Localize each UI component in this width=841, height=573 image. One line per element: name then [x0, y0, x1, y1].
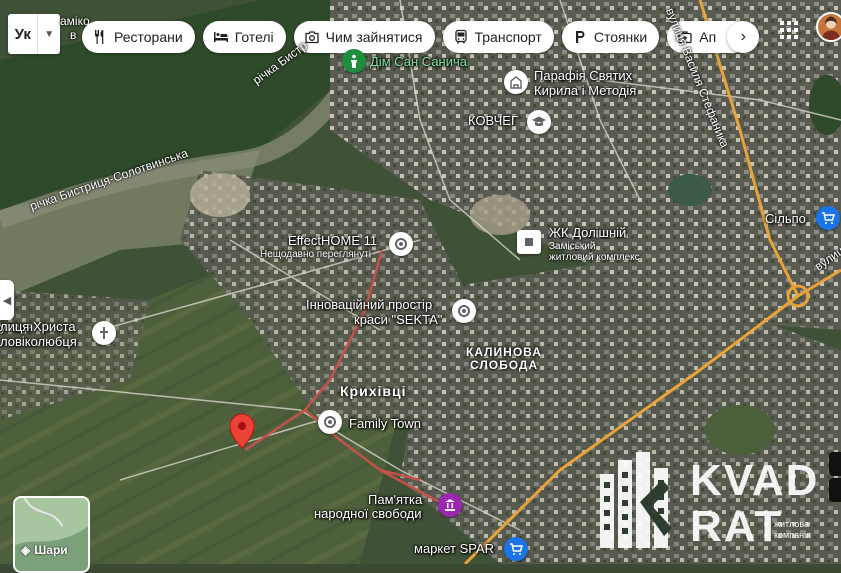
chip-parking[interactable]: Стоянки — [561, 21, 660, 53]
cross-icon — [100, 327, 108, 339]
layers-button[interactable]: ◈ Шари — [13, 496, 90, 573]
landmark-icon — [445, 499, 455, 511]
poi-pin-spar[interactable] — [504, 537, 528, 561]
recently-viewed-icon — [324, 416, 336, 428]
bed-icon — [213, 29, 229, 45]
person-icon — [351, 54, 357, 68]
language-selector[interactable]: Ук ▼ — [8, 14, 60, 54]
account-avatar[interactable] — [816, 12, 841, 42]
watermark-small-2: компанія — [774, 530, 811, 540]
graduation-cap-icon — [532, 116, 546, 127]
poi-label-parafiya-2[interactable]: Кирила і Методія — [534, 83, 636, 98]
chip-transport[interactable]: Транспорт — [442, 21, 554, 53]
layers-label: Шари — [34, 543, 68, 557]
poi-pin-monument[interactable] — [438, 493, 462, 517]
poi-pin-zhk[interactable] — [517, 230, 541, 254]
poi-label-spar[interactable]: маркет SPAR — [414, 541, 494, 556]
chevron-right-icon: › — [740, 28, 746, 45]
district-label-1: КАЛИНОВА — [466, 345, 542, 359]
recently-viewed-icon — [458, 305, 470, 317]
train-icon — [453, 29, 469, 45]
shopping-cart-icon — [822, 212, 836, 224]
chips-scroll-right-button[interactable]: › — [727, 21, 760, 53]
poi-label-silpo[interactable]: Сільпо — [765, 211, 806, 226]
poi-pin-church-2[interactable] — [92, 321, 116, 345]
poi-label-zhk[interactable]: ЖК Долішній — [549, 225, 626, 240]
chip-label: Ресторани — [114, 29, 183, 45]
parking-icon — [572, 29, 588, 45]
poi-label-top-left-2: в — [70, 28, 77, 42]
camera-icon — [304, 29, 320, 45]
chip-label: Чим зайнятися — [325, 29, 423, 45]
recently-viewed-icon — [395, 238, 407, 250]
shopping-cart-icon — [510, 543, 524, 555]
chevron-left-icon: ◀ — [2, 294, 12, 307]
place-of-worship-icon — [510, 76, 522, 89]
chip-label: Стоянки — [593, 29, 648, 45]
poi-label-kovcheg[interactable]: КОВЧЕГ — [468, 113, 518, 128]
chip-label: Ап — [699, 29, 717, 45]
poi-pin-sekta[interactable] — [452, 299, 476, 323]
watermark-line-2: RAT — [690, 502, 784, 551]
poi-sublabel-zhk-2: житловий комплекс — [549, 252, 640, 263]
poi-label-innov-1[interactable]: Інноваційний простір — [306, 297, 432, 312]
poi-label-church-2[interactable]: ловіколюбця — [0, 334, 77, 349]
poi-label-effecthome[interactable]: EffectHOME 11 — [288, 233, 377, 248]
fork-knife-icon — [92, 29, 108, 45]
place-label-krykhivtsi: Крихівці — [340, 383, 407, 399]
poi-label-pamyatka-2[interactable]: народної свободи — [314, 506, 422, 521]
chip-restaurants[interactable]: Ресторани — [82, 21, 195, 53]
chevron-down-icon[interactable]: ▼ — [37, 14, 60, 54]
watermark-line-1: KVAD — [690, 456, 820, 505]
watermark-small-1: житлова — [774, 519, 810, 529]
poi-pin-recreation[interactable] — [342, 49, 366, 73]
poi-sublabel-recent: Нещодавно переглянуті — [260, 249, 371, 260]
poi-sublabel-zhk-1: Заміський — [549, 241, 596, 252]
poi-label-dim[interactable]: Дім Сан Санича — [370, 54, 467, 69]
building-icon — [525, 238, 533, 246]
category-chip-bar: Ресторани Готелі Чим зайнятися Транспорт… — [82, 21, 760, 53]
chip-label: Готелі — [234, 29, 274, 45]
poi-pin-effecthome[interactable] — [389, 232, 413, 256]
chip-things-to-do[interactable]: Чим зайнятися — [293, 21, 435, 53]
poi-label-pamyatka-1[interactable]: Пам'ятка — [368, 492, 422, 507]
poi-label-parafiya-1[interactable]: Парафія Святих — [534, 68, 632, 83]
apps-grid-icon[interactable] — [779, 20, 799, 40]
poi-label-family-town[interactable]: Family Town — [349, 416, 421, 431]
layers-label-group: ◈ Шари — [21, 543, 68, 557]
language-code: Ук — [14, 25, 31, 43]
side-panel-toggle[interactable]: ◀ — [0, 280, 14, 320]
map-control-button-2[interactable] — [829, 478, 841, 502]
poi-label-innov-2[interactable]: краси "SEKTA" — [354, 312, 442, 327]
poi-label-church-1[interactable]: лиця Христа — [0, 319, 76, 334]
district-label-2: СЛОБОДА — [470, 358, 539, 372]
layers-icon: ◈ — [21, 543, 31, 557]
chip-hotels[interactable]: Готелі — [202, 21, 286, 53]
poi-pin-family-town[interactable] — [318, 410, 342, 434]
poi-pin-school[interactable] — [527, 110, 551, 134]
chip-label: Транспорт — [474, 29, 542, 45]
map-control-button[interactable] — [829, 452, 841, 476]
poi-pin-silpo[interactable] — [816, 206, 840, 230]
poi-pin-church[interactable] — [504, 70, 528, 94]
terrain-thumbnail — [15, 498, 88, 571]
